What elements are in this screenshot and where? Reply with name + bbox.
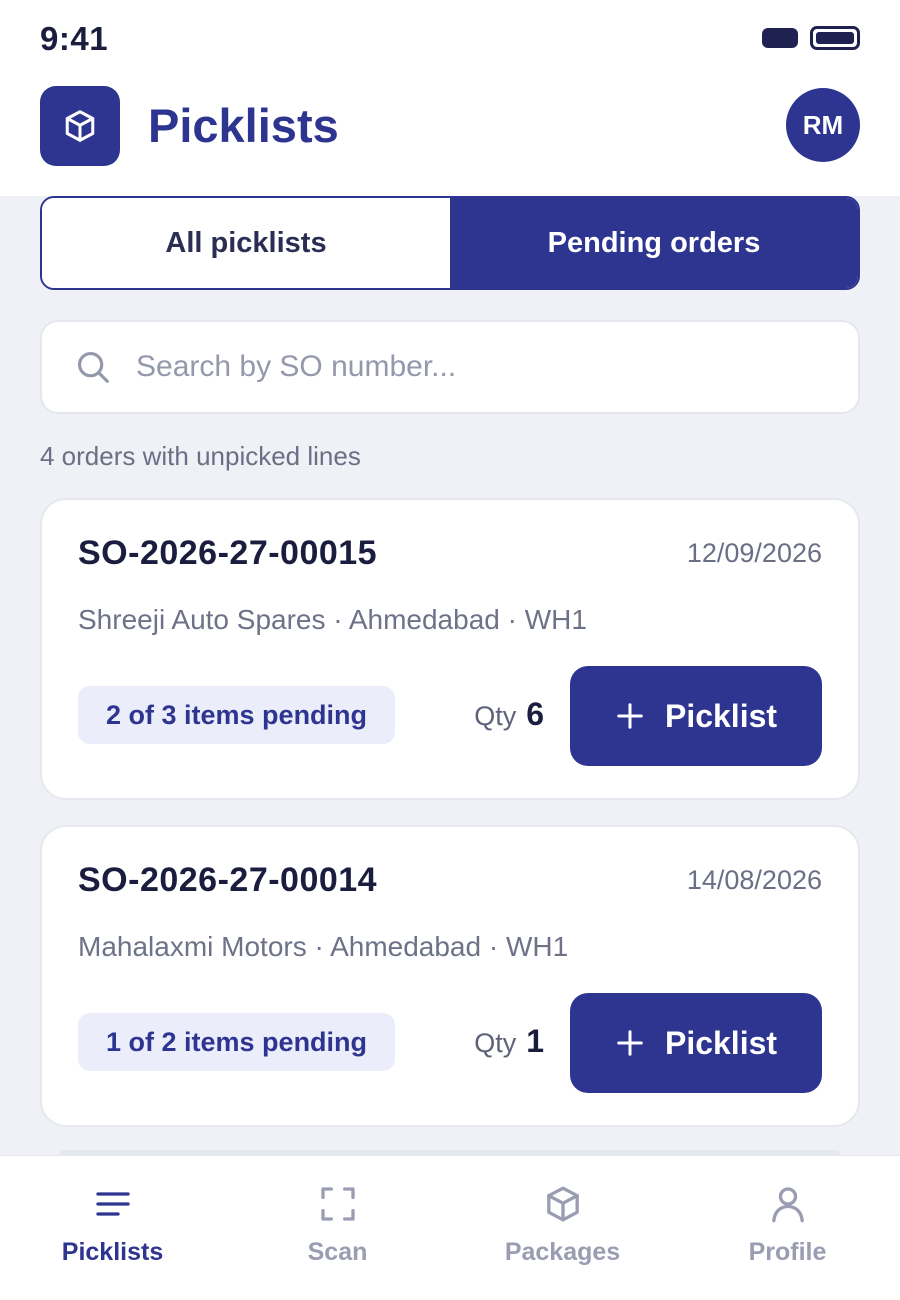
pending-badge: 2 of 3 items pending: [78, 686, 396, 744]
order-date: 14/08/2026: [686, 865, 822, 895]
order-qty: Qty 6: [474, 696, 544, 733]
status-time: 9:41: [40, 20, 109, 57]
order-card[interactable]: SO-2026-27-00015 12/09/2026 Shreeji Auto…: [40, 498, 860, 800]
order-date: 12/09/2026: [686, 538, 822, 568]
search-icon: [77, 351, 109, 383]
package-icon: [546, 1186, 579, 1222]
add-picklist-button[interactable]: Picklist: [570, 666, 822, 766]
search-box: [40, 320, 860, 414]
user-icon: [771, 1187, 804, 1223]
qty-value: 6: [526, 696, 544, 732]
list-icon: [95, 1192, 130, 1216]
order-qty: Qty 1: [474, 1023, 544, 1060]
avatar[interactable]: RM: [786, 88, 860, 162]
tab-all-picklists[interactable]: All picklists: [42, 198, 450, 288]
qty-label: Qty: [474, 701, 517, 731]
nav-label: Profile: [748, 1238, 827, 1266]
so-number: SO-2026-27-00015: [78, 534, 378, 572]
battery-icon: [810, 26, 860, 50]
order-meta: Shreeji Auto Spares · Ahmedabad · WH1: [78, 604, 587, 635]
nav-label: Picklists: [61, 1238, 164, 1266]
add-picklist-button[interactable]: Picklist: [570, 993, 822, 1093]
qty-value: 1: [526, 1023, 544, 1059]
orders-count: 4 orders with unpicked lines: [40, 441, 361, 471]
nav-profile[interactable]: Profile: [675, 1156, 900, 1300]
nav-packages[interactable]: Packages: [450, 1156, 675, 1300]
package-icon: [65, 110, 95, 142]
nav-label: Packages: [504, 1238, 621, 1266]
nav-picklists[interactable]: Picklists: [0, 1156, 225, 1300]
scan-icon: [320, 1187, 355, 1221]
add-picklist-label: Picklist: [664, 1024, 778, 1061]
page-title: Picklists: [148, 99, 339, 152]
bottom-nav: Picklists Scan Packages Profile: [0, 1156, 900, 1300]
top-bar: 9:41 Picklists RM: [0, 0, 900, 196]
status-icons: [762, 26, 860, 50]
search-input[interactable]: [136, 350, 776, 384]
so-number: SO-2026-27-00014: [78, 861, 378, 899]
tab-bar: All picklists Pending orders: [40, 196, 860, 290]
add-picklist-label: Picklist: [664, 697, 778, 734]
nav-label: Scan: [307, 1238, 368, 1266]
qty-label: Qty: [474, 1028, 517, 1058]
signal-icon: [762, 28, 798, 48]
pending-badge: 1 of 2 items pending: [78, 1013, 396, 1071]
nav-scan[interactable]: Scan: [225, 1156, 450, 1300]
order-meta: Mahalaxmi Motors · Ahmedabad · WH1: [78, 931, 569, 962]
order-card[interactable]: SO-2026-27-00014 14/08/2026 Mahalaxmi Mo…: [40, 825, 860, 1127]
app-logo: [40, 86, 120, 166]
plus-icon: [617, 1030, 643, 1056]
plus-icon: [617, 703, 643, 729]
tab-pending-orders[interactable]: Pending orders: [450, 198, 858, 288]
